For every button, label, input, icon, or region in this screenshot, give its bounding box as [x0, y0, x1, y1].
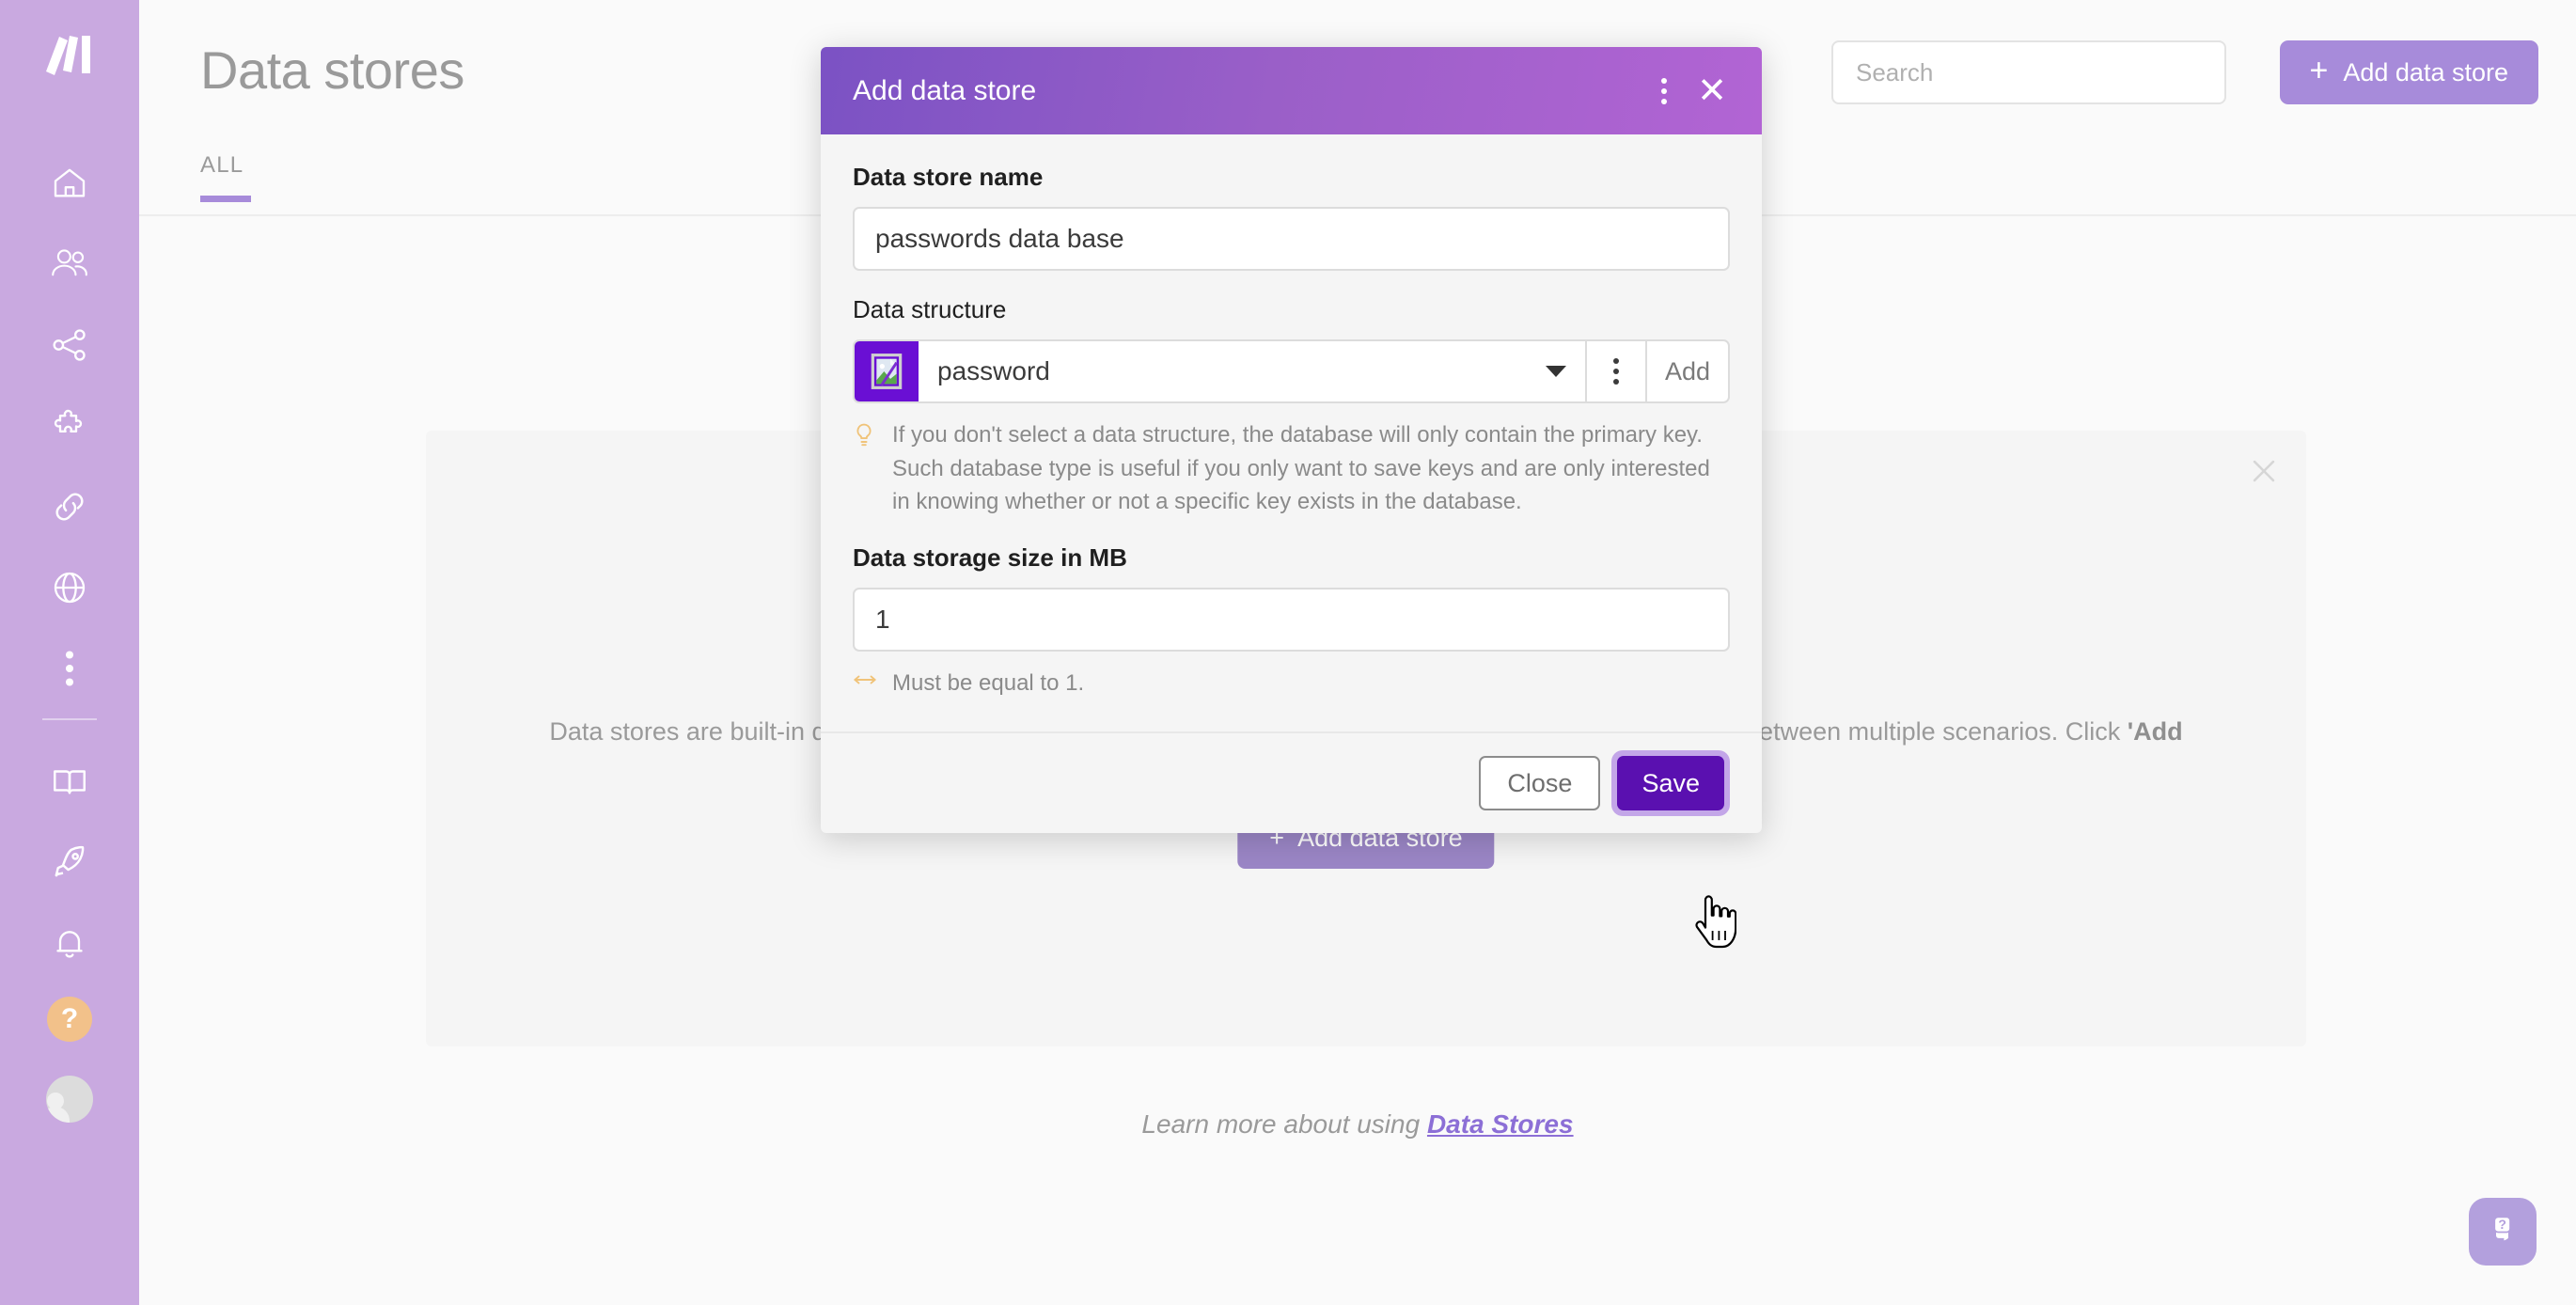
data-structure-label: Data structure: [853, 295, 1007, 323]
sidebar-item-team[interactable]: [40, 235, 99, 293]
data-storage-size-hint-text: Must be equal to 1.: [892, 669, 1085, 696]
sidebar-item-templates[interactable]: [40, 397, 99, 455]
sidebar: ?: [0, 0, 139, 1305]
sidebar-item-home[interactable]: [40, 154, 99, 212]
add-data-store-button[interactable]: + Add data store: [2279, 40, 2538, 104]
learn-more-text: Learn more about using Data Stores: [139, 1109, 2576, 1140]
data-structure-value: password: [937, 356, 1050, 385]
book-icon: [50, 762, 89, 801]
rocket-icon: [50, 842, 89, 882]
bell-icon: [51, 924, 88, 962]
broken-image-icon: [855, 341, 919, 401]
data-structure-more-button[interactable]: [1585, 341, 1645, 401]
modal-title: Add data store: [853, 74, 1037, 106]
data-store-name-label: Data store name: [853, 163, 1044, 191]
sidebar-item-webhooks[interactable]: [40, 558, 99, 617]
sidebar-item-documentation[interactable]: [40, 752, 99, 810]
data-structure-select[interactable]: password: [919, 341, 1585, 401]
add-data-store-label: Add data store: [2343, 57, 2508, 86]
more-vertical-icon[interactable]: [1647, 72, 1681, 110]
empty-desc-bold: 'Add: [2127, 717, 2183, 746]
data-structure-hint-text: If you don't select a data structure, th…: [892, 422, 1710, 515]
field-data-store-name: Data store name: [853, 163, 1730, 271]
question-mark-icon: ?: [60, 1003, 79, 1034]
data-storage-size-input[interactable]: [853, 587, 1730, 652]
data-store-name-input[interactable]: [853, 207, 1730, 271]
help-button[interactable]: ?: [47, 997, 92, 1042]
tab-bar: ALL: [200, 152, 251, 202]
page-title: Data stores: [200, 40, 464, 100]
sidebar-item-scenarios[interactable]: [40, 316, 99, 374]
empty-desc-suffix: o between multiple scenarios. Click: [1723, 717, 2128, 746]
chevron-down-icon: [1546, 366, 1566, 377]
tab-all[interactable]: ALL: [200, 152, 243, 196]
modal-footer: Close Save: [821, 731, 1762, 833]
share-icon: [51, 326, 88, 364]
kebab-dot: [1661, 87, 1667, 94]
avatar[interactable]: [46, 1076, 93, 1123]
data-storage-size-hint: Must be equal to 1.: [853, 667, 1730, 700]
make-logo[interactable]: [40, 32, 99, 86]
save-button[interactable]: Save: [1617, 756, 1724, 811]
home-icon: [51, 165, 88, 202]
sidebar-item-more[interactable]: [40, 639, 99, 698]
data-structure-add-button[interactable]: Add: [1645, 341, 1728, 401]
field-data-structure: Data structure password Add If you don't…: [853, 295, 1730, 519]
puzzle-icon: [51, 407, 88, 445]
tab-active-underline: [200, 196, 251, 202]
save-button-focus-ring: Save: [1611, 750, 1730, 817]
sidebar-item-notifications[interactable]: [40, 914, 99, 972]
lightbulb-icon: [853, 418, 877, 519]
sidebar-item-connections[interactable]: [40, 478, 99, 536]
close-button[interactable]: Close: [1479, 756, 1601, 811]
arrows-horizontal-icon: [853, 667, 877, 700]
kebab-dot: [1661, 98, 1667, 104]
kebab-dot: [1661, 77, 1667, 84]
kebab-dot: [1613, 369, 1619, 374]
link-icon: [50, 487, 89, 527]
close-icon[interactable]: [2248, 455, 2280, 487]
kebab-dot: [1613, 379, 1619, 385]
sidebar-divider: [42, 718, 97, 720]
add-data-store-modal: Add data store ✕ Data store name Data st…: [821, 47, 1762, 834]
search-input[interactable]: [1831, 40, 2226, 104]
modal-body: Data store name Data structure: [821, 134, 1762, 700]
kebab-dot: [1613, 358, 1619, 364]
data-stores-link[interactable]: Data Stores: [1427, 1109, 1574, 1139]
avatar-body: [46, 1107, 70, 1123]
globe-icon: [51, 569, 88, 606]
team-icon: [50, 244, 89, 284]
data-structure-hint: If you don't select a data structure, th…: [853, 418, 1730, 519]
close-icon[interactable]: ✕: [1690, 70, 1734, 113]
plus-icon: +: [2309, 53, 2329, 88]
data-storage-size-label: Data storage size in MB: [853, 542, 1127, 572]
data-structure-row: password Add: [853, 339, 1730, 403]
svg-text:?: ?: [2498, 1216, 2506, 1231]
sidebar-item-whats-new[interactable]: [40, 833, 99, 891]
help-chat-icon: ?: [2483, 1210, 2522, 1254]
field-data-storage-size: Data storage size in MB Must be equal to…: [853, 543, 1730, 700]
more-vertical-icon: [57, 651, 82, 686]
empty-desc-prefix: Data stores are built-in da: [549, 717, 840, 746]
modal-header: Add data store ✕: [821, 47, 1762, 134]
learn-more-prefix: Learn more about using: [1141, 1109, 1427, 1139]
help-chat-widget[interactable]: ?: [2469, 1198, 2537, 1266]
